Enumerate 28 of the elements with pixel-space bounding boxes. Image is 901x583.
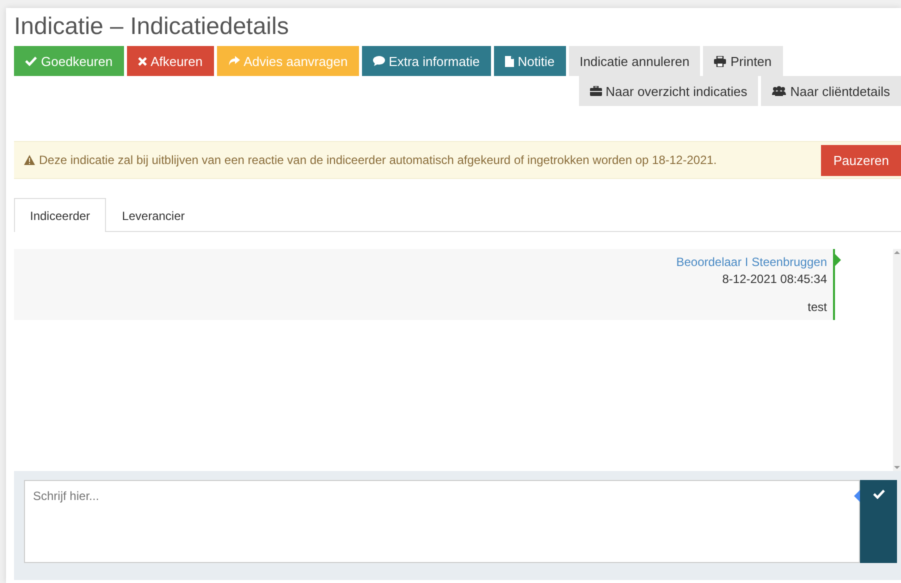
- pause-button[interactable]: Pauzeren: [821, 144, 901, 176]
- tab[interactable]: Indiceerder: [14, 198, 106, 232]
- share-arrow-icon: [228, 56, 240, 66]
- scroll-up-icon[interactable]: [893, 249, 901, 255]
- speech-bubble-icon: [372, 56, 385, 66]
- scrollbar[interactable]: [893, 249, 901, 471]
- page-title: Indicatie – Indicatiedetails: [14, 14, 290, 42]
- print-icon: [714, 56, 726, 66]
- close-icon: [138, 56, 147, 66]
- alert-text: Deze indicatie zal bij uitblijven van een reactie van de indiceerder automatisch afgekeurd of ingetrokken worden op 18-12-2021.: [39, 153, 717, 167]
- action-button[interactable]: Naar cliëntdetails: [761, 76, 901, 106]
- file-icon: [504, 56, 514, 66]
- warning-icon: [24, 155, 35, 165]
- action-button[interactable]: Naar overzicht indicaties: [578, 76, 758, 106]
- action-button[interactable]: Notitie: [494, 46, 566, 76]
- users-icon: [772, 86, 786, 96]
- action-button[interactable]: Indicatie annuleren: [568, 46, 700, 76]
- briefcase-icon: [590, 86, 602, 96]
- action-button[interactable]: Extra informatie: [362, 46, 491, 76]
- message-author: Beoordelaar I Steenbruggen: [676, 255, 827, 269]
- check-icon: [872, 489, 884, 499]
- message-time: 8-12-2021 08:45:34: [722, 272, 827, 286]
- tab[interactable]: Leverancier: [106, 198, 201, 232]
- message-text: test: [808, 300, 827, 314]
- action-button[interactable]: Afkeuren: [126, 46, 214, 76]
- message-input-field[interactable]: Schrijf hier...: [24, 480, 860, 563]
- check-icon: [25, 56, 37, 66]
- action-button[interactable]: Printen: [703, 46, 783, 76]
